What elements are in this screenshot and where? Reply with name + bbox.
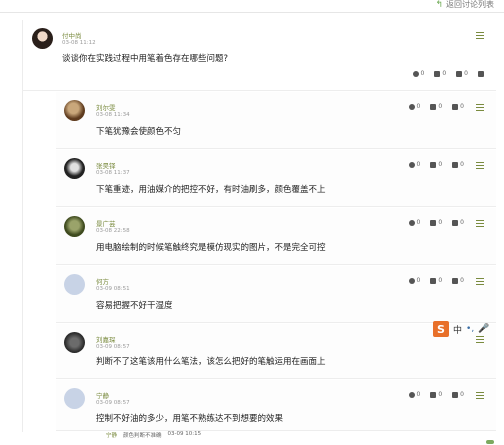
avatar[interactable]: [64, 388, 85, 409]
ime-mode-label[interactable]: 中: [453, 323, 462, 336]
back-to-list-link[interactable]: ↰ 返回讨论列表: [435, 0, 494, 10]
post-stats: 0 0 0: [412, 70, 484, 77]
post-stats: 0 0 0: [408, 277, 464, 284]
post-time: 03-08 11:37: [96, 170, 130, 176]
reply-item: 刘尔雯 03-08 11:34 下笔犹豫会使颜色不匀 0 0 0: [56, 92, 496, 149]
reply-item: 刘嘉琛 03-09 08:57 判断不了这笔该用什么笔法，该怎么把好的笔触运用在…: [56, 324, 496, 379]
thumbs-up-icon: [430, 391, 437, 398]
nested-reply: 宁静 颜色判断不准确 03-09 10:15: [106, 431, 201, 439]
comment-icon: [452, 103, 459, 110]
menu-icon[interactable]: [476, 220, 484, 229]
comment-icon: [452, 161, 459, 168]
award-icon: [408, 277, 415, 284]
post-stats: 0 0 0: [408, 161, 464, 168]
comment-stat[interactable]: 0: [452, 219, 464, 226]
author-name[interactable]: 付中尚: [62, 30, 82, 40]
nested-reply-time: 03-09 10:15: [167, 431, 202, 437]
award-stat[interactable]: 0: [408, 277, 420, 284]
back-label: 返回讨论列表: [446, 0, 494, 9]
sogou-logo-icon[interactable]: S: [433, 321, 449, 337]
avatar[interactable]: [64, 100, 85, 121]
award-icon: [408, 391, 415, 398]
menu-icon[interactable]: [476, 104, 484, 113]
author-name[interactable]: 刘尔雯: [96, 102, 116, 112]
avatar[interactable]: [64, 332, 85, 353]
back-arrow-icon: ↰: [435, 0, 443, 10]
like-stat[interactable]: 0: [430, 391, 442, 398]
award-stat[interactable]: 0: [412, 70, 424, 77]
avatar[interactable]: [32, 28, 53, 49]
post-content: 容易把握不好干湿度: [96, 301, 173, 311]
award-stat[interactable]: 0: [408, 161, 420, 168]
post-content: 控制不好油的多少，用笔不熟练达不到想要的效果: [96, 414, 284, 424]
like-stat[interactable]: 0: [430, 103, 442, 110]
author-name[interactable]: 景广芸: [96, 218, 116, 228]
post-time: 03-08 11:34: [96, 112, 130, 118]
avatar[interactable]: [64, 158, 85, 179]
nested-reply-author[interactable]: 宁静: [106, 431, 117, 439]
thumbs-up-icon: [434, 70, 441, 77]
thumbs-up-icon: [430, 103, 437, 110]
post-stats: 0 0 0: [408, 391, 464, 398]
menu-icon[interactable]: [476, 162, 484, 171]
post-content: 下笔犹豫会使颜色不匀: [96, 127, 182, 137]
comment-icon: [452, 277, 459, 284]
comment-stat[interactable]: 0: [452, 103, 464, 110]
menu-icon[interactable]: [476, 392, 484, 401]
award-stat[interactable]: 0: [408, 219, 420, 226]
reply-item: 景广芸 03-08 22:58 用电脑绘制的时候笔触终究是模仿现实的图片，不是完…: [56, 208, 496, 265]
award-stat[interactable]: 0: [408, 103, 420, 110]
reply-icon[interactable]: [478, 70, 484, 77]
reply-item: 何方 03-09 08:51 容易把握不好干湿度 0 0 0: [56, 266, 496, 323]
topic-post: 付中尚 03-08 11:12 谈谈你在实践过程中用笔着色存在哪些问题? 0 0…: [22, 20, 496, 91]
comment-stat[interactable]: 0: [456, 70, 468, 77]
post-content: 用电脑绘制的时候笔触终究是模仿现实的图片，不是完全可控: [96, 243, 326, 253]
comment-stat[interactable]: 0: [452, 277, 464, 284]
thumbs-up-icon: [430, 161, 437, 168]
nested-reply-text: 颜色判断不准确: [123, 433, 162, 439]
like-stat[interactable]: 0: [430, 161, 442, 168]
ime-toolbar[interactable]: S 中 •, 🎤: [433, 321, 489, 337]
post-time: 03-08 11:12: [62, 40, 96, 46]
menu-icon[interactable]: [476, 32, 484, 41]
microphone-icon[interactable]: 🎤: [478, 324, 489, 334]
avatar[interactable]: [64, 216, 85, 237]
punctuation-icon[interactable]: •,: [466, 324, 474, 334]
post-stats: 0 0 0: [408, 103, 464, 110]
post-stats: 0 0 0: [408, 219, 464, 226]
post-time: 03-09 08:57: [96, 400, 130, 406]
award-stat[interactable]: 0: [408, 391, 420, 398]
thumbs-up-icon: [430, 277, 437, 284]
reply-item: 张昊铎 03-08 11:37 下笔重迹，用油媒介的把控不好，有时油刷多，颜色覆…: [56, 150, 496, 207]
reply-item: 宁静 03-09 08:57 控制不好油的多少，用笔不熟练达不到想要的效果 0 …: [56, 380, 496, 431]
award-icon: [408, 161, 415, 168]
comment-icon: [452, 391, 459, 398]
like-stat[interactable]: 0: [434, 70, 446, 77]
thumbs-up-icon: [430, 219, 437, 226]
award-icon: [408, 103, 415, 110]
author-name[interactable]: 张昊铎: [96, 160, 116, 170]
avatar[interactable]: [64, 274, 85, 295]
author-name[interactable]: 刘嘉琛: [96, 334, 116, 344]
author-name[interactable]: 宁静: [96, 390, 109, 400]
comment-stat[interactable]: 0: [452, 161, 464, 168]
comment-icon: [456, 70, 463, 77]
menu-icon[interactable]: [476, 336, 484, 345]
comment-icon: [452, 219, 459, 226]
post-time: 03-08 22:58: [96, 228, 130, 234]
comment-stat[interactable]: 0: [452, 391, 464, 398]
post-content: 谈谈你在实践过程中用笔着色存在哪些问题?: [62, 54, 229, 64]
scroll-indicator[interactable]: [486, 440, 494, 444]
like-stat[interactable]: 0: [430, 277, 442, 284]
award-icon: [412, 70, 419, 77]
post-time: 03-09 08:51: [96, 286, 130, 292]
author-name[interactable]: 何方: [96, 276, 109, 286]
post-content: 判断不了这笔该用什么笔法，该怎么把好的笔触运用在画面上: [96, 357, 326, 367]
post-time: 03-09 08:57: [96, 344, 130, 350]
award-icon: [408, 219, 415, 226]
post-content: 下笔重迹，用油媒介的把控不好，有时油刷多，颜色覆盖不上: [96, 185, 326, 195]
menu-icon[interactable]: [476, 278, 484, 287]
top-bar: ↰ 返回讨论列表: [0, 0, 504, 13]
like-stat[interactable]: 0: [430, 219, 442, 226]
